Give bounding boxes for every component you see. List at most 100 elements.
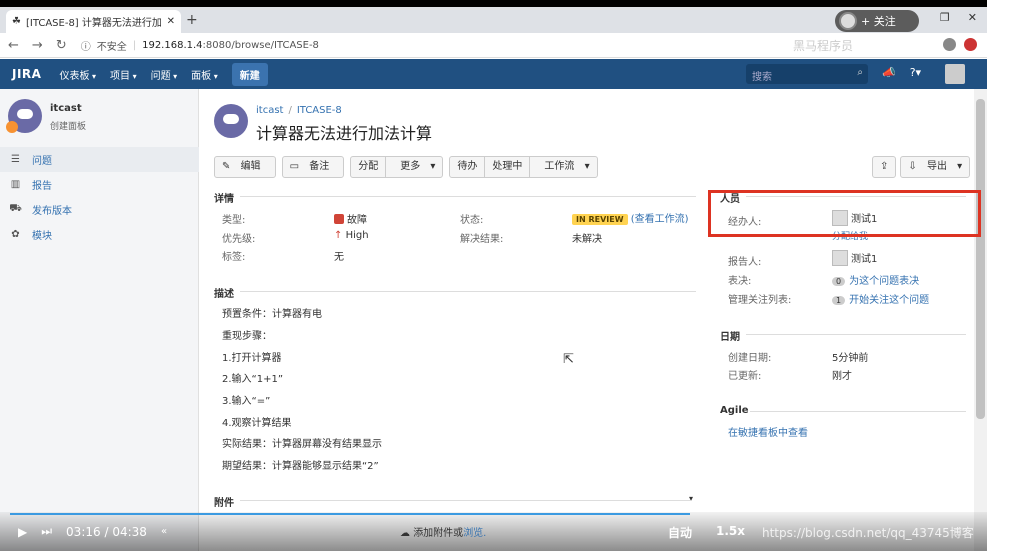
details-heading: 详情 bbox=[214, 194, 234, 205]
close-window-icon[interactable]: ✕ bbox=[968, 11, 977, 24]
forward-icon[interactable]: → bbox=[32, 38, 43, 53]
uploader-avatar bbox=[839, 12, 857, 30]
screen: ☘ [ITCASE-8] 计算器无法进行加法 ✕ + ❐ ✕ + 关注 ← → … bbox=[0, 0, 987, 551]
breadcrumb-project[interactable]: itcast bbox=[256, 105, 283, 116]
attachment-dropzone[interactable]: ☁ 添加附件或浏览. bbox=[400, 524, 486, 539]
sidebar-item-label: 模块 bbox=[32, 231, 52, 242]
url-host: 192.168.1.4 bbox=[142, 39, 203, 51]
project-name[interactable]: itcast bbox=[50, 103, 86, 114]
in-progress-button[interactable]: 处理中 bbox=[485, 157, 531, 177]
description-line: 实际结果：计算器屏幕没有结果显示 bbox=[222, 439, 382, 450]
sidebar-nav: ☰ 问题 ▥ 报告 ⛟ 发布版本 ✿ 模块 bbox=[0, 147, 199, 247]
back-icon[interactable]: ← bbox=[8, 38, 19, 53]
watchers-count: 1 bbox=[832, 296, 846, 305]
breadcrumb-issue-key[interactable]: ITCASE-8 bbox=[297, 105, 342, 116]
export-button[interactable]: ⇩ 导出 ▾ bbox=[901, 157, 969, 177]
scrollbar-thumb[interactable] bbox=[976, 99, 985, 419]
video-progress-bar[interactable] bbox=[10, 513, 690, 515]
project-subtitle: 创建面板 bbox=[50, 122, 87, 132]
security-label: 不安全 bbox=[96, 41, 127, 53]
project-sidebar: itcast 创建面板 ☰ 问题 ▥ 报告 ⛟ 发布版本 ✿ 模块 bbox=[0, 89, 199, 551]
updated-value: 刚才 bbox=[832, 371, 852, 382]
status-lozenge: IN REVIEW bbox=[572, 214, 628, 225]
feedback-icon[interactable]: 📣 bbox=[882, 66, 896, 79]
more-label: 更多 bbox=[400, 161, 421, 172]
new-tab-icon[interactable]: + bbox=[186, 12, 198, 28]
workflow-button[interactable]: 工作流 ▾ bbox=[530, 157, 596, 177]
dates-heading: 日期 bbox=[720, 332, 740, 343]
share-icon[interactable]: ⇪ bbox=[873, 157, 895, 177]
quality-auto[interactable]: 自动 bbox=[668, 524, 692, 541]
watch-link[interactable]: 开始关注这个问题 bbox=[849, 295, 929, 306]
releases-icon: ⛟ bbox=[9, 203, 22, 214]
next-icon[interactable]: ⏭ bbox=[41, 524, 52, 539]
type-text: 故障 bbox=[347, 215, 367, 226]
agile-heading: Agile bbox=[720, 405, 749, 416]
highlight-box bbox=[708, 190, 981, 237]
video-controls: ▶ ⏭ 03:16 / 04:38 « bbox=[18, 524, 167, 539]
breadcrumb: itcast / ITCASE-8 bbox=[256, 105, 342, 116]
info-icon: ⓘ bbox=[80, 41, 91, 53]
attachments-collapse-icon[interactable]: ▾ bbox=[689, 494, 693, 503]
description-line: 预置条件：计算器有电 bbox=[222, 309, 322, 320]
description-line: 1.打开计算器 bbox=[222, 353, 282, 364]
sidebar-item-issues[interactable]: ☰ 问题 bbox=[0, 147, 199, 172]
follow-button[interactable]: + 关注 bbox=[835, 10, 919, 32]
view-workflow-link[interactable]: (查看工作流) bbox=[631, 214, 689, 225]
assign-button[interactable]: 分配 bbox=[351, 157, 387, 177]
create-button[interactable]: 新建 bbox=[231, 62, 268, 86]
comment-label: 备注 bbox=[309, 161, 330, 172]
agile-board-link[interactable]: 在敏捷看板中查看 bbox=[728, 424, 808, 439]
menu-projects[interactable]: 项目 bbox=[110, 67, 137, 82]
menu-dashboards[interactable]: 仪表板 bbox=[59, 67, 96, 82]
reports-icon: ▥ bbox=[10, 179, 21, 190]
reporter-label: 报告人: bbox=[728, 257, 762, 268]
comment-button[interactable]: ▭ 备注 bbox=[283, 157, 344, 177]
reload-icon[interactable]: ↻ bbox=[56, 38, 67, 53]
reporter-avatar bbox=[832, 250, 848, 266]
page-scrollbar[interactable] bbox=[974, 89, 987, 551]
dates-divider bbox=[746, 334, 966, 335]
priority-text: High bbox=[345, 230, 369, 241]
profile-icon[interactable] bbox=[964, 38, 977, 51]
big-play-icon[interactable] bbox=[891, 442, 947, 498]
sidebar-item-reports[interactable]: ▥ 报告 bbox=[0, 172, 199, 197]
time-separator: / bbox=[104, 524, 109, 539]
user-avatar[interactable] bbox=[945, 64, 965, 84]
speed-button[interactable]: 1.5x bbox=[716, 524, 745, 541]
description-line: 4.观察计算结果 bbox=[222, 418, 292, 429]
search-input[interactable]: 搜索 ⌕ bbox=[746, 64, 868, 84]
sidebar-item-releases[interactable]: ⛟ 发布版本 bbox=[0, 197, 199, 222]
reporter-name: 测试1 bbox=[851, 254, 878, 265]
issues-icon: ☰ bbox=[11, 154, 20, 165]
jira-logo[interactable]: JIRA bbox=[12, 67, 41, 81]
url-field[interactable]: ⓘ 不安全 | 192.168.1.4:8080/browse/ITCASE-8 bbox=[81, 38, 319, 53]
extension-icon[interactable] bbox=[943, 38, 956, 51]
status-value: IN REVIEW (查看工作流) bbox=[572, 210, 689, 225]
close-tab-icon[interactable]: ✕ bbox=[167, 16, 175, 27]
play-icon[interactable]: ▶ bbox=[18, 525, 27, 539]
avatar-face bbox=[17, 109, 33, 119]
extensions bbox=[943, 38, 977, 51]
created-label: 创建日期: bbox=[728, 353, 772, 364]
help-icon[interactable]: ?▾ bbox=[910, 66, 921, 79]
video-time: 03:16 / 04:38 bbox=[66, 525, 147, 539]
issue-toolbar: ✎ 编辑 ▭ 备注 分配 更多 ▾ 待办 处理中 工作流 ▾ bbox=[214, 156, 598, 178]
labels-label: 标签: bbox=[222, 252, 246, 263]
more-button[interactable]: 更多 ▾ bbox=[386, 157, 442, 177]
browser-tab[interactable]: ☘ [ITCASE-8] 计算器无法进行加法 ✕ bbox=[6, 10, 181, 33]
menu-issues[interactable]: 问题 bbox=[151, 67, 178, 82]
window-controls: ❐ ✕ bbox=[940, 11, 977, 24]
menu-boards[interactable]: 面板 bbox=[191, 67, 218, 82]
agile-divider bbox=[750, 411, 966, 412]
project-avatar[interactable] bbox=[6, 99, 42, 133]
browse-link[interactable]: 浏览. bbox=[463, 528, 486, 539]
project-avatar-large bbox=[214, 104, 248, 138]
collapse-icon[interactable]: « bbox=[161, 526, 167, 537]
restore-icon[interactable]: ❐ bbox=[940, 11, 950, 24]
watchers-label: 管理关注列表: bbox=[728, 295, 792, 306]
sidebar-item-components[interactable]: ✿ 模块 bbox=[0, 222, 199, 247]
todo-button[interactable]: 待办 bbox=[450, 157, 486, 177]
edit-button[interactable]: ✎ 编辑 bbox=[215, 157, 275, 177]
vote-link[interactable]: 为这个问题表决 bbox=[849, 276, 919, 287]
